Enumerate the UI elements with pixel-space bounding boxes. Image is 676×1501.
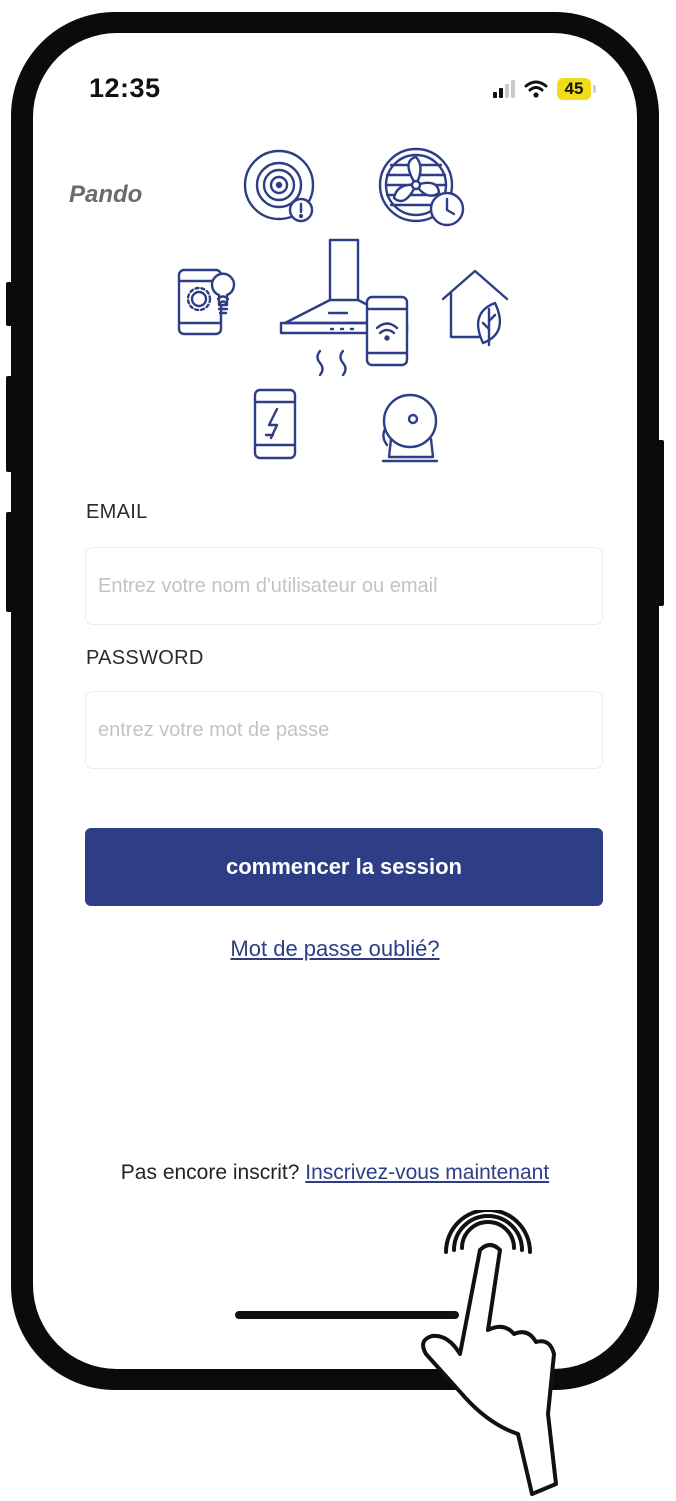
fan-timer-icon: [378, 147, 465, 227]
forgot-password-link[interactable]: Mot de passe oublié?: [33, 936, 637, 962]
phone-charging-icon: [253, 388, 297, 460]
smartphone-wifi-icon: [365, 295, 409, 367]
eco-home-icon: [441, 269, 509, 347]
start-session-button[interactable]: commencer la session: [85, 828, 603, 906]
bell-icon: [381, 393, 439, 463]
side-button-power: [657, 440, 664, 606]
app-screen: 12:35 45 Pando EMAIL Entrez votre nom d'…: [33, 33, 637, 1369]
password-field[interactable]: [85, 691, 603, 769]
signup-prompt: Pas encore inscrit?: [120, 1161, 300, 1184]
signup-row: Pas encore inscrit? Inscrivez-vous maint…: [33, 1161, 637, 1185]
password-label: PASSWORD: [86, 647, 204, 669]
side-button-volume-down: [6, 512, 13, 612]
side-button-silent: [6, 282, 13, 326]
home-indicator: [235, 1311, 459, 1319]
email-field[interactable]: [85, 547, 603, 625]
signup-link[interactable]: Inscrivez-vous maintenant: [305, 1161, 549, 1184]
tablet-bulb-icon: [177, 268, 236, 336]
side-button-volume-up: [6, 376, 13, 472]
smoke-detector-icon: [243, 149, 315, 223]
smart-devices-illustration: [177, 147, 509, 463]
email-label: EMAIL: [86, 501, 148, 523]
